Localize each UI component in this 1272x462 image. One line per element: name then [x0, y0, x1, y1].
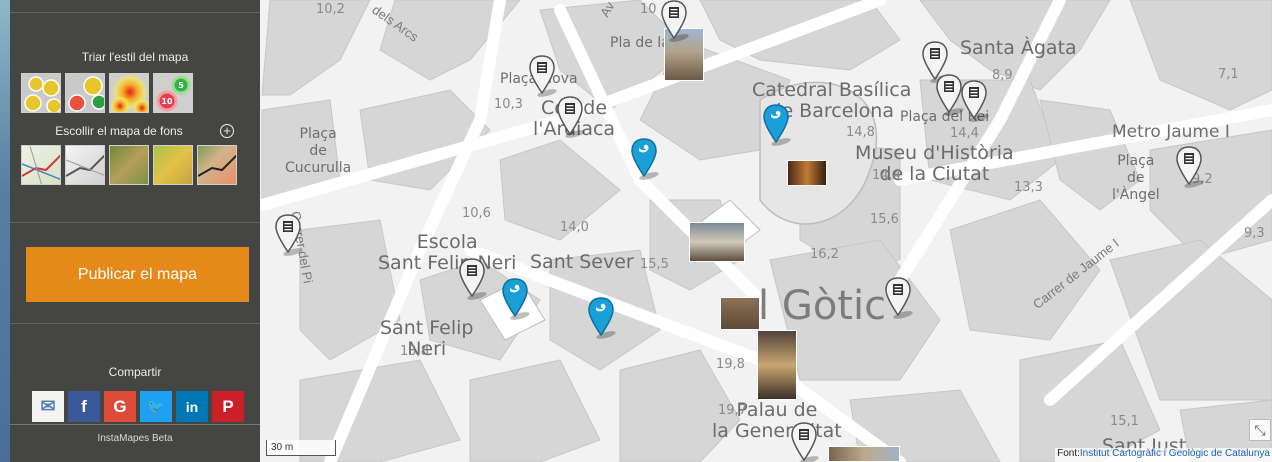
style-section-title: Triar l'estil del mapa — [81, 50, 189, 64]
elevation-label: 16,2 — [810, 247, 839, 262]
style-thumb-points[interactable] — [21, 73, 61, 113]
cluster-badge-count: 5 — [178, 81, 184, 90]
book-marker-icon[interactable] — [459, 258, 487, 300]
basemap-thumb-relief[interactable] — [109, 145, 149, 185]
cluster-badge-count: 10 — [161, 97, 173, 106]
expand-icon[interactable]: ⤡ — [1249, 419, 1271, 441]
google-share-button[interactable]: G — [104, 391, 136, 422]
elevation-label: 19,7 — [718, 403, 747, 418]
twitter-icon: 🐦 — [147, 398, 165, 414]
linkedin-icon: in — [185, 398, 199, 415]
attribution-link[interactable]: Institut Cartogràfic i Geològic de Catal… — [1080, 448, 1270, 459]
elevation-label: 8,9 — [992, 68, 1013, 83]
photo-marker-bridge[interactable] — [757, 330, 797, 400]
book-marker-icon[interactable] — [961, 80, 989, 122]
map-attribution: Font:Institut Cartogràfic i Geològic de … — [1055, 448, 1272, 462]
divider — [10, 323, 260, 324]
photo-marker-interior[interactable] — [787, 160, 827, 186]
elevation-label: 10,6 — [462, 206, 491, 221]
style-thumb-dots[interactable] — [65, 73, 105, 113]
photo-marker-square[interactable] — [689, 222, 745, 262]
google-plus-icon: G — [113, 396, 127, 416]
basemap-section-title: Escollir el mapa de fons — [55, 124, 183, 138]
label-santa-agata: Santa Àgata — [960, 37, 1077, 59]
book-marker-icon[interactable] — [661, 0, 689, 42]
basemap-thumb-topographic[interactable] — [21, 145, 61, 185]
elevation-label: 15,1 — [1110, 414, 1139, 429]
book-marker-icon[interactable] — [557, 96, 585, 138]
twitter-marker-icon[interactable] — [502, 278, 530, 320]
label-placa-cucurulla: Plaça de Cucurulla — [285, 126, 352, 176]
divider — [10, 12, 260, 13]
email-share-button[interactable]: ✉ — [32, 391, 64, 422]
twitter-marker-icon[interactable] — [763, 104, 791, 146]
elevation-label: 13,3 — [1014, 180, 1043, 195]
twitter-share-button[interactable]: 🐦 — [140, 391, 172, 422]
photo-marker-facade[interactable] — [720, 297, 760, 330]
sidebar-panel: Triar l'estil del mapa 5 10 Escollir el m… — [0, 0, 260, 462]
elevation-label: 14,4 — [872, 168, 901, 183]
divider — [10, 424, 260, 425]
scale-bar: 30 m — [266, 440, 336, 456]
photo-marker-street[interactable] — [828, 446, 900, 462]
label-placa-angel: Plaça de l'Àngel — [1112, 153, 1160, 203]
elevation-label: 14,4 — [950, 126, 979, 141]
elevation-label: 15,5 — [640, 257, 669, 272]
label-escola-neri: Escola Sant Felip Neri — [378, 231, 517, 274]
facebook-icon: f — [81, 396, 87, 416]
elevation-label: 10,3 — [494, 97, 523, 112]
basemap-thumb-orthophoto[interactable] — [153, 145, 193, 185]
twitter-marker-icon[interactable] — [588, 297, 616, 339]
divider — [10, 222, 260, 223]
elevation-label: 14,8 — [846, 125, 875, 140]
style-thumb-clusters[interactable]: 5 10 — [153, 73, 193, 113]
plus-circle-icon[interactable]: + — [220, 124, 234, 138]
elevation-label: 14,0 — [560, 220, 589, 235]
book-marker-icon[interactable] — [885, 277, 913, 319]
basemap-thumb-hybrid[interactable] — [197, 145, 237, 185]
pinterest-share-button[interactable]: P — [212, 391, 244, 422]
elevation-label: 13,8 — [400, 344, 429, 359]
share-section-title: Compartir — [108, 365, 162, 379]
linkedin-share-button[interactable]: in — [176, 391, 208, 422]
pinterest-icon: P — [222, 396, 234, 416]
sidebar-accent-strip — [0, 0, 10, 462]
elevation-label: 9,3 — [1244, 226, 1265, 241]
elevation-label: 10,2 — [316, 2, 345, 17]
label-barri-gotic: l Gòtic — [758, 283, 887, 329]
elevation-label: 10 — [640, 2, 657, 17]
book-marker-icon[interactable] — [1176, 146, 1204, 188]
book-marker-icon[interactable] — [529, 55, 557, 97]
elevation-label: 19,8 — [716, 357, 745, 372]
envelope-icon: ✉ — [40, 396, 56, 416]
footer-brand: InstaMapes Beta — [97, 433, 173, 444]
label-sant-sever: Sant Sever — [530, 251, 634, 273]
twitter-marker-icon[interactable] — [631, 138, 659, 180]
book-marker-icon[interactable] — [936, 74, 964, 116]
book-marker-icon[interactable] — [791, 422, 819, 462]
elevation-label: 7,1 — [1218, 67, 1239, 82]
publish-map-button[interactable]: Publicar el mapa — [26, 247, 249, 302]
style-thumb-heatmap[interactable] — [109, 73, 149, 113]
basemap-thumb-grayscale[interactable] — [65, 145, 105, 185]
book-marker-icon[interactable] — [275, 214, 303, 256]
facebook-share-button[interactable]: f — [68, 391, 100, 422]
label-metro-jaume: Metro Jaume I — [1112, 122, 1230, 142]
elevation-label: 15,6 — [870, 212, 899, 227]
